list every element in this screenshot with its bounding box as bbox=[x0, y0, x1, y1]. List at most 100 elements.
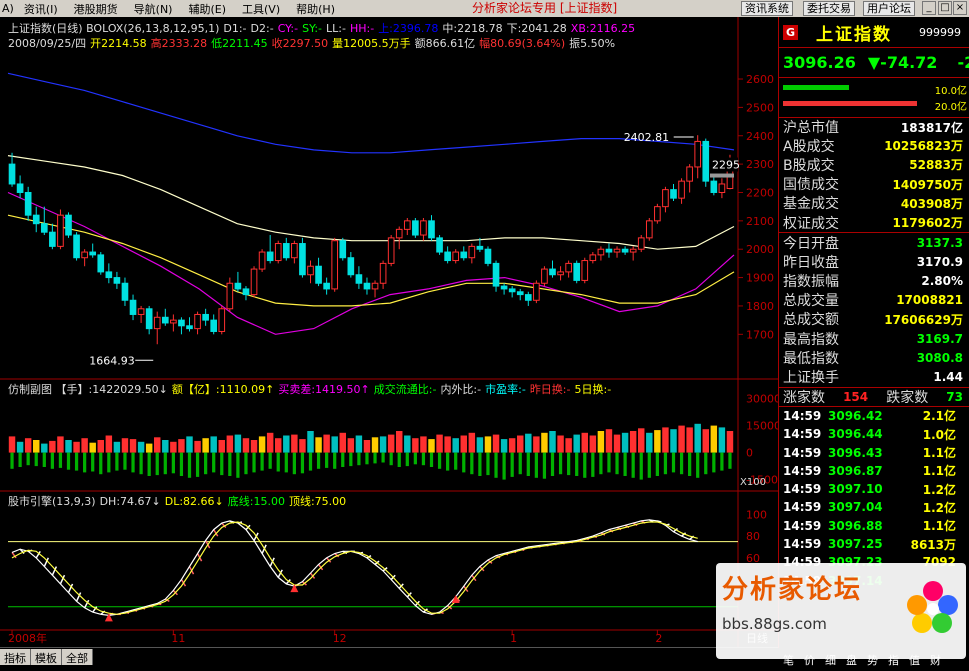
menu-tools[interactable]: 工具(V) bbox=[234, 1, 288, 17]
header-item: 内外比:- bbox=[440, 383, 482, 396]
quote-row: 最高指数 3169.7 bbox=[779, 329, 969, 348]
trade-button[interactable]: 委托交易 bbox=[803, 1, 855, 16]
candle bbox=[57, 209, 64, 250]
high-annotation: 2402.81 bbox=[624, 131, 670, 144]
candle bbox=[161, 308, 169, 326]
quote-label: 昨日收盘 bbox=[783, 254, 839, 271]
volume-bar bbox=[275, 438, 282, 453]
middle-band-line bbox=[7, 155, 735, 250]
flower-logo-icon bbox=[907, 581, 958, 633]
candle bbox=[234, 271, 242, 292]
menu-assist[interactable]: 辅助(E) bbox=[180, 1, 234, 17]
stat-value: 1179602万 bbox=[892, 216, 963, 231]
volume-neg-bar bbox=[26, 452, 30, 466]
header-item: 股市引擎(13,9,3) bbox=[8, 495, 96, 508]
volume-bar bbox=[178, 439, 185, 453]
candle bbox=[355, 266, 363, 289]
candle bbox=[347, 252, 355, 278]
header-item: 底线:15.00 bbox=[227, 495, 285, 508]
candle bbox=[105, 263, 113, 284]
menu-navigation[interactable]: 导航(N) bbox=[126, 1, 181, 17]
volume-neg-bar bbox=[42, 452, 46, 467]
volume-bar bbox=[315, 437, 322, 453]
volume-neg-bar bbox=[50, 452, 54, 469]
volume-header: 仿制副图 【手】:1422029.50↓ 额【亿】:1110.09↑ 买卖差:141… bbox=[8, 381, 615, 397]
header-item: 开2214.58 bbox=[90, 37, 147, 50]
header-item: 5日换:- bbox=[574, 383, 612, 396]
volume-bar bbox=[629, 431, 637, 453]
candle bbox=[315, 257, 322, 287]
header-item: 额866.61亿 bbox=[414, 37, 476, 50]
close-icon[interactable]: × bbox=[953, 1, 967, 15]
menu-help[interactable]: 帮助(H) bbox=[288, 1, 343, 17]
volume-bar bbox=[662, 427, 669, 453]
volume-neg-bar bbox=[10, 452, 14, 469]
volume-neg-bar bbox=[381, 452, 385, 463]
volume-bar bbox=[355, 435, 363, 453]
volume-neg-bar bbox=[139, 452, 143, 475]
candle bbox=[202, 308, 209, 326]
lower-band-line bbox=[7, 191, 735, 335]
candle bbox=[218, 305, 226, 335]
forum-button[interactable]: 用户论坛 bbox=[863, 1, 915, 16]
tab-indicator[interactable]: 指标 bbox=[0, 649, 31, 665]
candle bbox=[412, 218, 419, 238]
volume-bar bbox=[565, 438, 572, 453]
volume-neg-bar bbox=[228, 452, 232, 476]
tick-volume: 1.1亿 bbox=[922, 464, 956, 479]
info-system-button[interactable]: 资讯系统 bbox=[741, 1, 793, 16]
tick-price: 3096.44 bbox=[828, 427, 883, 442]
candle bbox=[307, 260, 314, 284]
volume-neg-bar bbox=[333, 452, 337, 469]
down-count-label: 跌家数 bbox=[886, 389, 929, 406]
index-code: 999999 bbox=[919, 25, 961, 39]
volume-bar bbox=[202, 438, 209, 453]
candle bbox=[581, 257, 589, 284]
menu-info[interactable]: 资讯(I) bbox=[16, 1, 66, 17]
volume-bar bbox=[81, 438, 88, 453]
header-item: CY:- bbox=[277, 22, 299, 35]
volume-neg-bar bbox=[679, 452, 684, 475]
tick-time: 14:59 bbox=[783, 500, 822, 515]
chart-canvas[interactable]: 1700180019002000210022002300240025002600… bbox=[0, 17, 778, 647]
volume-bar bbox=[113, 441, 121, 453]
header-item: 低2211.45 bbox=[211, 37, 268, 50]
candle bbox=[605, 243, 613, 258]
chart-area[interactable]: 1700 1800 1900 2000 2100 2200 2300 2400 2500 2600… bbox=[0, 17, 778, 647]
volume-neg-bar bbox=[567, 452, 571, 476]
volume-bar bbox=[710, 425, 718, 453]
volume-bar bbox=[154, 437, 161, 453]
candle bbox=[686, 164, 693, 193]
candle bbox=[549, 260, 556, 278]
candle bbox=[524, 291, 532, 306]
quote-value: 3170.9 bbox=[916, 254, 963, 269]
tick-row: 14:59 3096.44 1.0亿 bbox=[779, 425, 969, 443]
tab-all[interactable]: 全部 bbox=[62, 649, 93, 665]
volume-neg-bar bbox=[446, 452, 450, 471]
volume-bar bbox=[718, 427, 726, 453]
tab-template[interactable]: 模板 bbox=[31, 649, 62, 665]
minimize-icon[interactable]: _ bbox=[922, 1, 936, 15]
header-item: 顶线:75.00 bbox=[288, 495, 347, 508]
volume-bar bbox=[145, 443, 153, 453]
maximize-icon[interactable]: □ bbox=[938, 1, 952, 15]
candle bbox=[621, 246, 629, 255]
volume-neg-bar bbox=[526, 452, 530, 476]
header-item: 量12005.5万手 bbox=[332, 37, 411, 50]
candle bbox=[178, 317, 185, 335]
indicator-tick-label: 100 bbox=[746, 508, 767, 521]
volume-neg-bar bbox=[349, 452, 353, 467]
candle bbox=[629, 246, 637, 261]
volume-bar bbox=[508, 438, 516, 453]
candle bbox=[137, 305, 145, 323]
tick-price: 3096.88 bbox=[828, 518, 883, 533]
header-item: 上:2396.78 bbox=[378, 22, 439, 35]
market-cap-value: 183817亿 bbox=[900, 120, 963, 135]
price-marker-label: 2295 bbox=[712, 159, 740, 172]
volume-neg-bar bbox=[623, 452, 627, 476]
volume-neg-bar bbox=[300, 452, 305, 474]
candle bbox=[387, 235, 395, 267]
menu-hk-futures[interactable]: 港股期货 bbox=[66, 1, 126, 17]
price-tick-label: 2200 bbox=[746, 186, 774, 199]
volume-neg-bar bbox=[607, 452, 611, 473]
